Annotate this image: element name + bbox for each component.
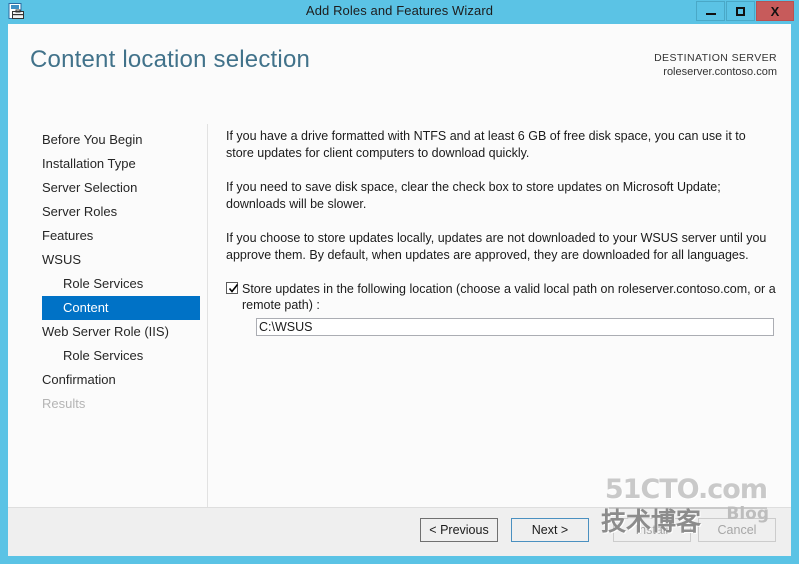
store-updates-checkbox[interactable] xyxy=(226,282,239,294)
title-bar: Add Roles and Features Wizard X xyxy=(0,0,799,22)
window-controls: X xyxy=(695,1,794,21)
install-button[interactable]: Install xyxy=(613,518,691,542)
close-button[interactable]: X xyxy=(756,1,794,21)
maximize-button[interactable] xyxy=(726,1,755,21)
sidebar-item-role-services[interactable]: Role Services xyxy=(8,272,200,296)
content-path-input[interactable] xyxy=(256,318,774,336)
previous-button[interactable]: < Previous xyxy=(420,518,498,542)
page-title: Content location selection xyxy=(30,46,311,73)
info-paragraph-3: If you choose to store updates locally, … xyxy=(226,231,767,262)
sidebar-item-content[interactable]: Content xyxy=(42,296,200,320)
sidebar-item-web-server-role-iis[interactable]: Web Server Role (IIS) xyxy=(8,320,200,344)
next-button[interactable]: Next > xyxy=(511,518,589,542)
sidebar-item-before-you-begin[interactable]: Before You Begin xyxy=(8,128,200,152)
minimize-icon xyxy=(705,13,716,15)
sidebar-item-results: Results xyxy=(42,396,86,411)
sidebar-item-server-roles[interactable]: Server Roles xyxy=(8,200,200,224)
info-paragraph-1: If you have a drive formatted with NTFS … xyxy=(226,129,746,160)
destination-server-block: DESTINATION SERVER roleserver.contoso.co… xyxy=(654,51,777,80)
sidebar-divider xyxy=(207,124,208,524)
minimize-button[interactable] xyxy=(696,1,725,21)
watermark-site: 51CTO.com xyxy=(604,474,768,505)
sidebar-item-wsus[interactable]: WSUS xyxy=(8,248,200,272)
wizard-dialog: Content location selection DESTINATION S… xyxy=(8,24,791,556)
destination-server-value: roleserver.contoso.com xyxy=(663,66,777,79)
sidebar-item-server-selection[interactable]: Server Selection xyxy=(8,176,200,200)
store-updates-label: Store updates in the following location … xyxy=(242,282,776,312)
wizard-window: Add Roles and Features Wizard X Content … xyxy=(0,0,799,564)
sidebar-item-installation-type[interactable]: Installation Type xyxy=(8,152,200,176)
sidebar-item-features[interactable]: Features xyxy=(8,224,200,248)
info-paragraph-2: If you need to save disk space, clear th… xyxy=(226,180,721,211)
page-header: Content location selection DESTINATION S… xyxy=(8,24,791,94)
wizard-footer: < Previous Next > Install Cancel xyxy=(8,508,791,556)
sidebar-item-confirmation[interactable]: Confirmation xyxy=(8,368,200,392)
content-pane: If you have a drive formatted with NTFS … xyxy=(226,128,778,336)
sidebar-item-role-services[interactable]: Role Services xyxy=(8,344,200,368)
checkmark-icon xyxy=(228,284,239,293)
wizard-navigation: Before You Begin Installation Type Server … xyxy=(8,128,200,518)
store-updates-row: Store updates in the following location … xyxy=(226,281,788,336)
window-title: Add Roles and Features Wizard xyxy=(305,3,494,18)
destination-server-label: DESTINATION SERVER xyxy=(654,52,777,64)
cancel-button[interactable]: Cancel xyxy=(698,518,776,542)
maximize-icon xyxy=(736,6,745,16)
